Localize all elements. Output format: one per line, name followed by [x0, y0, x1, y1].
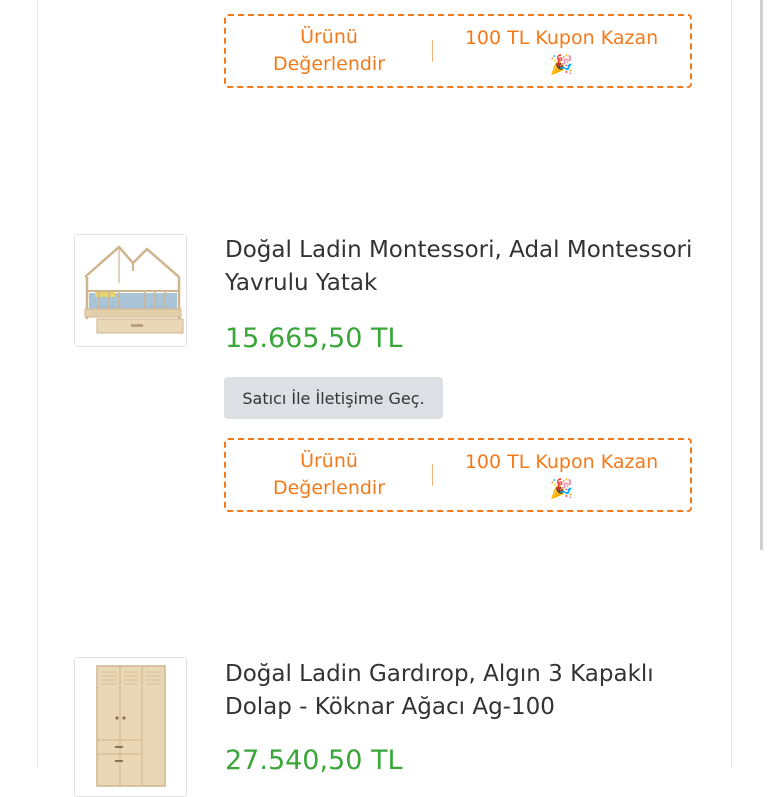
- product-title[interactable]: Doğal Ladin Montessori, Adal Montessori …: [225, 234, 695, 300]
- review-product-button[interactable]: Ürünü Değerlendir: [226, 24, 432, 78]
- coupon-bar: Ürünü Değerlendir 100 TL Kupon Kazan 🎉: [224, 14, 692, 88]
- coupon-label: 100 TL Kupon Kazan: [464, 26, 659, 49]
- party-popper-icon: 🎉: [549, 477, 574, 500]
- review-label-line1: Ürünü: [300, 26, 358, 48]
- coupon-label: 100 TL Kupon Kazan: [464, 450, 659, 473]
- review-product-button[interactable]: Ürünü Değerlendir: [226, 448, 432, 502]
- earn-coupon-button[interactable]: 100 TL Kupon Kazan 🎉: [433, 449, 690, 502]
- content-border-right: [731, 0, 732, 768]
- montessori-house-bed-image: [75, 235, 186, 346]
- wardrobe-image: [75, 658, 186, 796]
- product-price: 15.665,50 TL: [225, 323, 403, 354]
- product-price: 27.540,50 TL: [225, 745, 403, 776]
- review-label-line1: Ürünü: [300, 450, 358, 472]
- review-label-line2: Değerlendir: [272, 53, 386, 75]
- earn-coupon-button[interactable]: 100 TL Kupon Kazan 🎉: [433, 25, 690, 78]
- product-image-montessori-bed[interactable]: [74, 234, 187, 347]
- scrollbar[interactable]: [760, 0, 763, 550]
- coupon-bar: Ürünü Değerlendir 100 TL Kupon Kazan 🎉: [224, 438, 692, 512]
- party-popper-icon: 🎉: [549, 53, 574, 76]
- content-border-left: [37, 0, 38, 768]
- contact-seller-button[interactable]: Satıcı İle İletişime Geç.: [224, 377, 443, 419]
- product-title[interactable]: Doğal Ladin Gardırop, Algın 3 Kapaklı Do…: [225, 658, 695, 724]
- review-label-line2: Değerlendir: [272, 477, 386, 499]
- product-image-wardrobe[interactable]: [74, 657, 187, 797]
